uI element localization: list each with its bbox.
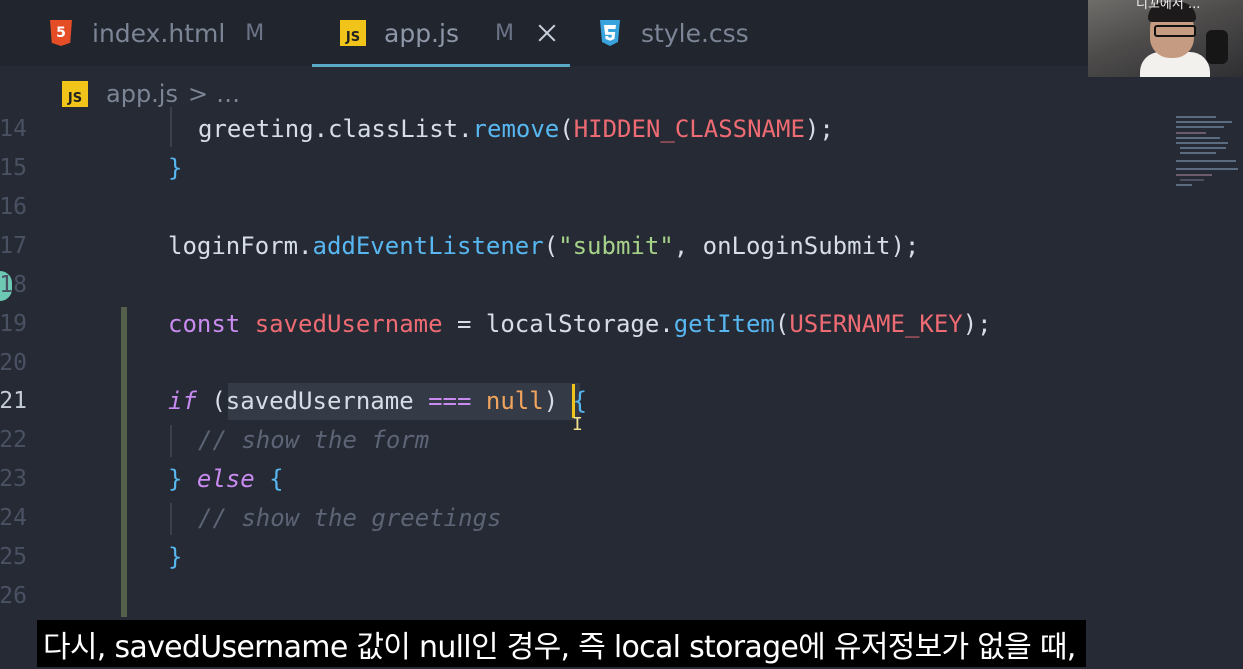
minimap-line	[1176, 160, 1236, 162]
webcam-label: 니꼬에서 ...	[1136, 0, 1201, 12]
tab-label: style.css	[641, 18, 749, 48]
line-number: 17	[0, 233, 27, 259]
code-line: 17 loginForm.addEventListener("submit", …	[0, 227, 1160, 266]
minimap[interactable]	[1172, 112, 1243, 192]
minimap-line	[1180, 152, 1216, 154]
text-caret	[572, 384, 575, 418]
i-beam-cursor-icon: I	[572, 414, 583, 435]
tab-style-css[interactable]: style.css	[597, 0, 749, 66]
code-line: 23 } else {	[0, 460, 1160, 499]
line-number: 24	[0, 505, 27, 531]
line-number: 19	[0, 311, 27, 337]
tab-bar: 5 index.html M JS app.js M style.css	[0, 0, 1243, 67]
code-line: 24 // show the greetings	[0, 499, 1160, 538]
line-number: 26	[0, 583, 27, 609]
tab-index-html[interactable]: 5 index.html M	[50, 0, 264, 66]
breadcrumb: JS app.js > …	[62, 79, 240, 109]
html5-icon: 5	[50, 20, 72, 46]
minimap-line	[1176, 184, 1192, 186]
code-text[interactable]: // show the form	[198, 421, 429, 460]
minimap-line	[1176, 126, 1224, 128]
minimap-line	[1176, 174, 1212, 176]
code-text[interactable]: // show the greetings	[198, 499, 501, 538]
line-number: 16	[0, 194, 27, 220]
code-text[interactable]: const savedUsername = localStorage.getIt…	[168, 305, 992, 344]
line-number: 25	[0, 544, 27, 570]
code-text[interactable]: if (savedUsername === null) {	[168, 382, 587, 421]
minimap-line	[1176, 142, 1228, 144]
tab-label: app.js	[384, 18, 459, 48]
line-number: 20	[0, 350, 27, 376]
code-text[interactable]: }	[168, 538, 182, 577]
code-line: 26	[0, 577, 1160, 616]
tab-app-js[interactable]: JS app.js M	[340, 0, 558, 66]
line-number: 18	[0, 272, 27, 298]
minimap-line	[1176, 137, 1220, 139]
active-tab-indicator	[312, 64, 570, 67]
minimap-line	[1176, 121, 1232, 123]
code-text[interactable]: loginForm.addEventListener("submit", onL…	[168, 227, 919, 266]
close-icon[interactable]	[536, 22, 558, 44]
code-line: 25 }	[0, 538, 1160, 577]
line-number: 23	[0, 466, 27, 492]
modified-badge: M	[245, 20, 265, 46]
code-line: 14 greeting.classList.remove(HIDDEN_CLAS…	[0, 110, 1160, 149]
code-line: 19 const savedUsername = localStorage.ge…	[0, 305, 1160, 344]
tab-label: index.html	[92, 18, 226, 48]
modified-badge: M	[494, 20, 514, 46]
chevron-right-icon: >	[187, 80, 209, 108]
breadcrumb-file[interactable]: app.js	[106, 80, 178, 108]
presenter-glasses	[1154, 25, 1196, 37]
js-icon: JS	[340, 20, 366, 46]
code-line: 18	[0, 266, 1160, 305]
minimap-line	[1176, 168, 1238, 170]
line-number: 22	[0, 427, 27, 453]
minimap-line	[1176, 132, 1206, 134]
minimap-line	[1180, 179, 1204, 181]
code-line: 20	[0, 344, 1160, 383]
microphone	[1206, 30, 1228, 64]
minimap-line	[1176, 116, 1216, 118]
webcam-overlay: 니꼬에서 ...	[1088, 0, 1243, 77]
code-text[interactable]: greeting.classList.remove(HIDDEN_CLASSNA…	[198, 110, 834, 149]
js-icon: JS	[62, 81, 88, 107]
css3-icon	[597, 20, 623, 46]
breadcrumb-more[interactable]: …	[216, 80, 240, 108]
video-subtitle: 다시, savedUsername 값이 null인 경우, 즉 local s…	[37, 620, 1086, 667]
minimap-line	[1180, 147, 1226, 149]
line-number: 21	[0, 388, 27, 414]
line-number: 14	[0, 116, 27, 142]
code-line: 16	[0, 188, 1160, 227]
code-text[interactable]: } else {	[168, 460, 284, 499]
code-line: 15 }	[0, 149, 1160, 188]
line-number: 15	[0, 155, 27, 181]
code-text[interactable]: }	[168, 149, 182, 188]
